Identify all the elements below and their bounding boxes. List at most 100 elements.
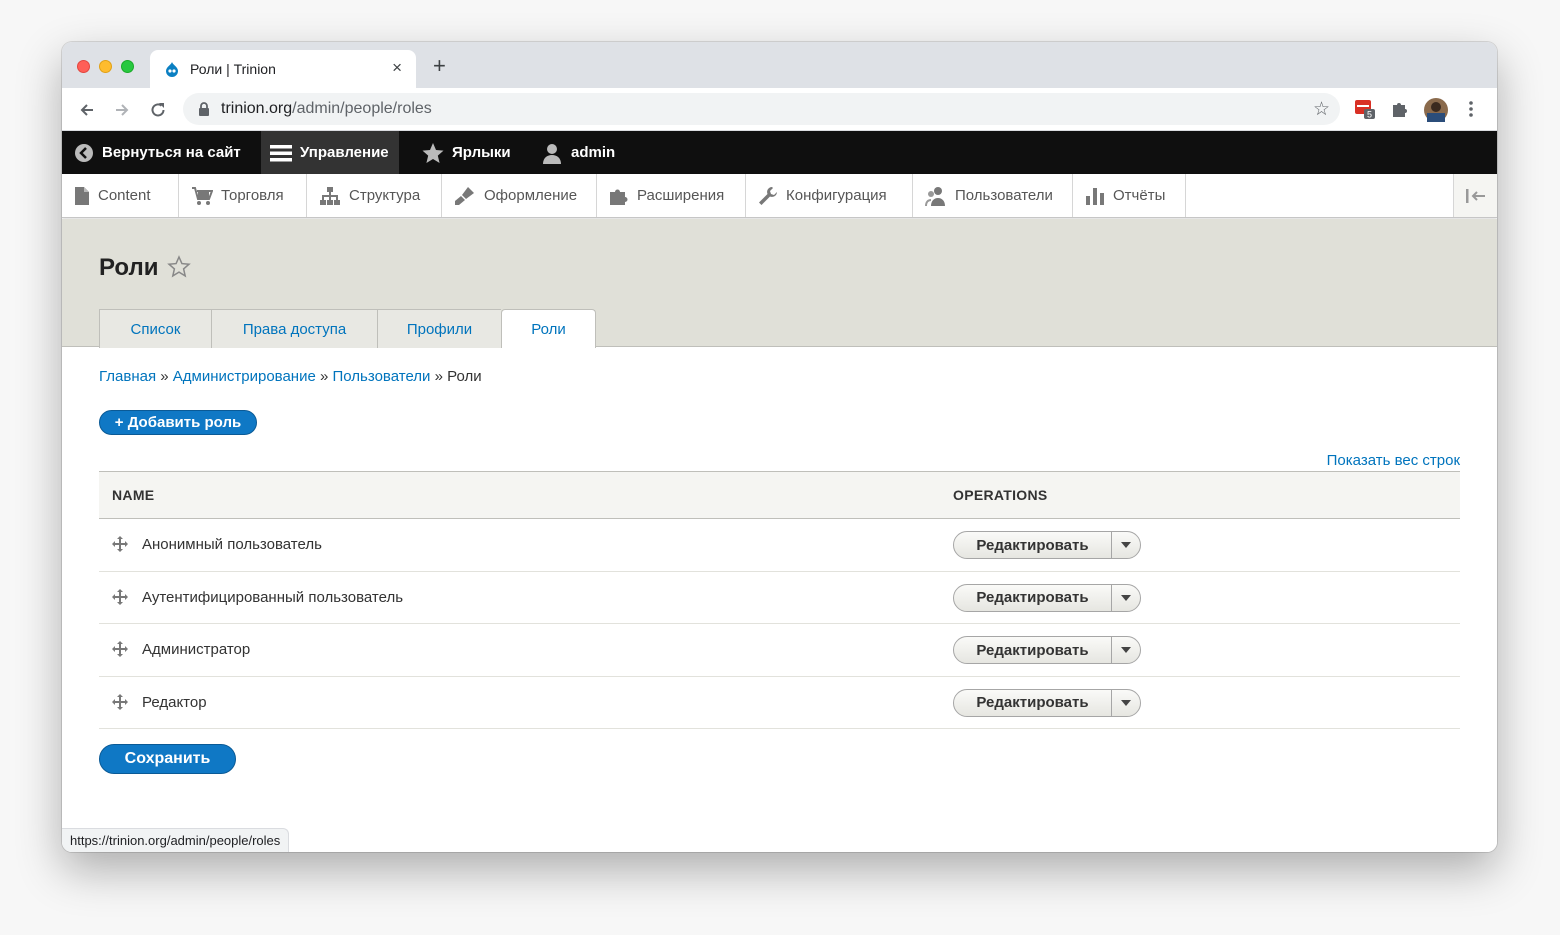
dropdown-toggle[interactable] (1112, 585, 1140, 611)
breadcrumb-current: Роли (447, 368, 482, 385)
browser-window: Роли | Trinion × + trinion.org/admin/peo… (62, 42, 1497, 852)
caret-down-icon (1121, 647, 1131, 653)
minimize-window-button[interactable] (99, 60, 112, 73)
back-to-site-link[interactable]: Вернуться на сайт (74, 131, 241, 174)
breadcrumb: Главная » Администрирование » Пользовате… (99, 368, 482, 385)
tray-label: Торговля (221, 187, 284, 204)
manage-tab[interactable]: Управление (261, 131, 399, 174)
tray-label: Расширения (637, 187, 725, 204)
tray-item-reports[interactable]: Отчёты (1073, 174, 1186, 217)
table-header: NAME OPERATIONS (99, 471, 1460, 519)
url-path: /admin/people/roles (292, 100, 432, 117)
dropdown-toggle[interactable] (1112, 690, 1140, 716)
tray-orientation-toggle[interactable] (1453, 174, 1497, 217)
arrow-left-icon (80, 104, 93, 116)
shortcut-star-icon[interactable] (167, 255, 191, 279)
forward-button[interactable] (109, 97, 135, 123)
extensions-puzzle-icon[interactable] (1389, 98, 1411, 120)
breadcrumb-home[interactable]: Главная (99, 368, 156, 385)
reload-icon (151, 103, 165, 117)
tray-item-commerce[interactable]: Торговля (179, 174, 307, 217)
browser-tab[interactable]: Роли | Trinion × (150, 50, 416, 88)
shortcuts-tab[interactable]: Ярлыки (422, 131, 511, 174)
extension-badge: 5 (1367, 110, 1372, 120)
edit-button[interactable]: Редактировать (954, 637, 1112, 663)
edit-button[interactable]: Редактировать (954, 584, 1112, 611)
dropdown-toggle[interactable] (1112, 637, 1140, 663)
address-bar[interactable]: trinion.org/admin/people/roles ☆ (183, 93, 1340, 125)
breadcrumb-people[interactable]: Пользователи (333, 368, 431, 385)
user-label: admin (571, 144, 616, 161)
table-row: Редактор Редактировать (99, 677, 1460, 729)
wrench-icon (758, 186, 778, 206)
role-name: Редактор (142, 693, 207, 711)
star-icon (422, 142, 444, 164)
tab-list[interactable]: Список (99, 309, 211, 348)
edit-button[interactable]: Редактировать (954, 689, 1112, 716)
sitemap-icon (319, 186, 341, 206)
tray-item-structure[interactable]: Структура (307, 174, 442, 217)
brush-icon (454, 186, 476, 206)
status-bar-url: https://trinion.org/admin/people/roles (62, 828, 290, 852)
caret-down-icon (1121, 594, 1131, 601)
lock-icon (199, 102, 209, 116)
tray-item-config[interactable]: Конфигурация (746, 174, 913, 217)
admin-toolbar: Вернуться на сайт Управление Ярлыки admi… (62, 131, 1497, 174)
new-tab-button[interactable]: + (433, 55, 446, 77)
url-domain: trinion.org (221, 100, 293, 117)
breadcrumb-separator: » (434, 368, 443, 385)
puzzle-icon (609, 186, 629, 206)
arrow-right-icon (116, 104, 129, 116)
edit-button[interactable]: Редактировать (954, 532, 1112, 558)
main-content: Главная » Администрирование » Пользовате… (62, 348, 1497, 852)
drag-handle-icon[interactable] (112, 641, 128, 657)
tray-item-content[interactable]: Content (62, 174, 179, 217)
bookmark-star-icon[interactable]: ☆ (1313, 98, 1330, 121)
operations-dropbutton: Редактировать (953, 531, 1141, 559)
user-tab[interactable]: admin (541, 131, 615, 174)
browser-toolbar: trinion.org/admin/people/roles ☆ 5 (62, 88, 1497, 131)
tab-close-icon[interactable]: × (392, 58, 402, 78)
page-header: Роли Список Права доступа Профили Роли (62, 219, 1497, 349)
show-row-weights-link[interactable]: Показать вес строк (1327, 452, 1460, 469)
back-arrow-icon (74, 143, 94, 163)
tray-item-extend[interactable]: Расширения (597, 174, 746, 217)
tab-roles[interactable]: Роли (501, 309, 596, 349)
tray-label: Конфигурация (786, 187, 887, 204)
reload-button[interactable] (145, 97, 171, 123)
tray-label: Оформление (484, 187, 578, 204)
role-name: Анонимный пользователь (142, 536, 322, 553)
back-to-site-label: Вернуться на сайт (102, 144, 241, 161)
add-role-button[interactable]: + Добавить роль (99, 410, 257, 435)
collapse-left-icon (1465, 188, 1485, 203)
caret-down-icon (1121, 699, 1131, 706)
drag-handle-icon[interactable] (112, 588, 128, 605)
cart-icon (191, 186, 213, 206)
url-text: trinion.org/admin/people/roles (221, 100, 432, 118)
back-button[interactable] (74, 97, 100, 123)
dropdown-toggle[interactable] (1112, 532, 1140, 558)
profile-avatar[interactable] (1424, 98, 1448, 122)
browser-menu-icon[interactable] (1460, 98, 1482, 120)
column-header-operations: OPERATIONS (953, 487, 1048, 503)
tab-permissions[interactable]: Права доступа (211, 309, 377, 348)
tray-label: Отчёты (1113, 187, 1166, 204)
save-button[interactable]: Сохранить (99, 744, 236, 774)
tab-profiles[interactable]: Профили (377, 309, 501, 348)
close-window-button[interactable] (77, 60, 90, 73)
drag-handle-icon[interactable] (112, 693, 128, 710)
breadcrumb-separator: » (320, 368, 329, 385)
maximize-window-button[interactable] (121, 60, 134, 73)
admin-tray: Content Торговля Структура Оформление Ра… (62, 174, 1497, 218)
operations-dropbutton: Редактировать (953, 688, 1141, 717)
extension-icon[interactable]: 5 (1354, 98, 1376, 120)
primary-tabs: Список Права доступа Профили Роли (99, 309, 596, 349)
tray-item-appearance[interactable]: Оформление (442, 174, 597, 217)
drag-handle-icon[interactable] (112, 536, 128, 552)
table-row: Аутентифицированный пользователь Редакти… (99, 572, 1460, 624)
tray-item-people[interactable]: Пользователи (913, 174, 1073, 217)
user-icon (541, 142, 563, 164)
breadcrumb-admin[interactable]: Администрирование (173, 368, 316, 385)
drupal-favicon-icon (166, 62, 178, 77)
breadcrumb-separator: » (160, 368, 169, 385)
